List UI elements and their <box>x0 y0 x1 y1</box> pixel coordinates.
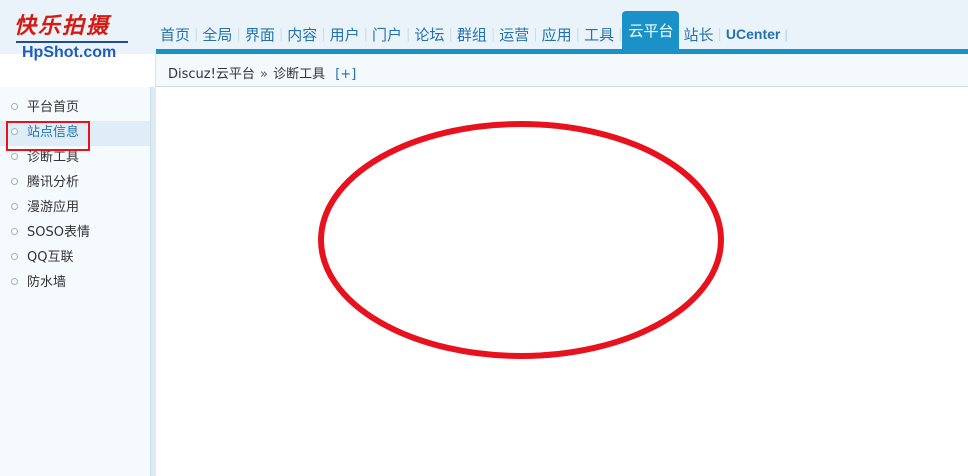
nav-item-content[interactable]: 内容 | <box>283 21 325 47</box>
nav-label: 首页 <box>160 25 191 44</box>
bullet-icon <box>11 153 18 160</box>
nav-item-cloud[interactable]: 云平台| <box>622 11 680 49</box>
sidebar-item-label: 平台首页 <box>27 100 80 115</box>
logo-subtitle: HpShot.com <box>22 44 117 61</box>
header: 快乐拍摄 HpShot.com 首页 | 全局 | 界面 | 内容 | 用户 | 门户 | … <box>0 0 968 61</box>
sidebar-item-label: 腾讯分析 <box>27 175 80 190</box>
nav-item-group[interactable]: 群组 | <box>453 21 495 47</box>
nav-item-home[interactable]: 首页 | <box>156 21 198 47</box>
nav-label: 论坛 <box>414 25 445 44</box>
site-logo[interactable]: 快乐拍摄 HpShot.com <box>8 6 132 68</box>
breadcrumb-root[interactable]: Discuz!云平台 <box>168 67 255 82</box>
nav-label: UCenter <box>725 26 781 42</box>
nav-item-admin[interactable]: 站长 | <box>679 21 721 47</box>
breadcrumb-current: 诊断工具 <box>273 67 326 82</box>
bullet-icon <box>11 178 18 185</box>
nav-item-operation[interactable]: 运营 | <box>495 21 537 47</box>
nav-label: 界面 <box>244 25 275 44</box>
nav-item-forum[interactable]: 论坛 | <box>410 21 452 47</box>
breadcrumb-separator: » <box>259 67 268 82</box>
nav-label: 内容 <box>287 25 318 44</box>
nav-label: 全局 <box>202 25 233 44</box>
sidebar-item-label: 诊断工具 <box>27 150 80 165</box>
sidebar-item-qq-connect[interactable]: QQ互联 <box>0 246 150 271</box>
sidebar-item-label: SOSO表情 <box>27 225 90 240</box>
nav-item-tools[interactable]: 工具 | <box>580 21 622 47</box>
breadcrumb: Discuz!云平台 » 诊断工具 [+] <box>168 63 356 82</box>
sidebar: 平台首页 站点信息 诊断工具 腾讯分析 漫游应用 SOSO表情 QQ互联 防水墙 <box>0 87 150 476</box>
annotation-ellipse <box>318 121 724 359</box>
nav-label: 站长 <box>683 25 714 44</box>
nav-separator: | <box>784 26 788 42</box>
nav-item-app[interactable]: 应用 | <box>538 21 580 47</box>
sidebar-item-label: QQ互联 <box>27 250 74 265</box>
sidebar-item-firewall[interactable]: 防水墙 <box>0 271 150 296</box>
sidebar-item-tencent-analytics[interactable]: 腾讯分析 <box>0 171 150 196</box>
nav-label: 云平台 <box>628 21 674 40</box>
nav-label: 运营 <box>499 25 530 44</box>
top-nav: 首页 | 全局 | 界面 | 内容 | 用户 | 门户 | 论坛 | 群组 | 运营 | 应用 | … <box>156 11 788 49</box>
nav-label: 工具 <box>584 25 615 44</box>
sidebar-item-platform-home[interactable]: 平台首页 <box>0 96 150 121</box>
sidebar-item-soso-emoticons[interactable]: SOSO表情 <box>0 221 150 246</box>
breadcrumb-bar: Discuz!云平台 » 诊断工具 [+] <box>155 54 968 87</box>
nav-label: 门户 <box>372 25 403 44</box>
sidebar-item-label: 防水墙 <box>27 275 67 290</box>
nav-item-global[interactable]: 全局 | <box>198 21 240 47</box>
bullet-icon <box>11 103 18 110</box>
bullet-icon <box>11 228 18 235</box>
bullet-icon <box>11 253 18 260</box>
add-shortcut-button[interactable]: [+] <box>329 67 356 82</box>
logo-title: 快乐拍摄 <box>14 13 111 39</box>
nav-label: 用户 <box>329 25 360 44</box>
nav-item-style[interactable]: 界面 | <box>241 21 283 47</box>
bullet-icon <box>11 278 18 285</box>
sidebar-item-label: 漫游应用 <box>27 200 80 215</box>
nav-label: 应用 <box>541 25 572 44</box>
logo-underline <box>16 41 128 43</box>
nav-item-ucenter[interactable]: UCenter | <box>722 21 788 47</box>
nav-label: 群组 <box>456 25 487 44</box>
bullet-icon <box>11 203 18 210</box>
annotation-highlight-box <box>6 121 90 151</box>
main-content <box>156 88 968 476</box>
sidebar-item-roaming-apps[interactable]: 漫游应用 <box>0 196 150 221</box>
nav-item-portal[interactable]: 门户 | <box>368 21 410 47</box>
nav-item-user[interactable]: 用户 | <box>326 21 368 47</box>
